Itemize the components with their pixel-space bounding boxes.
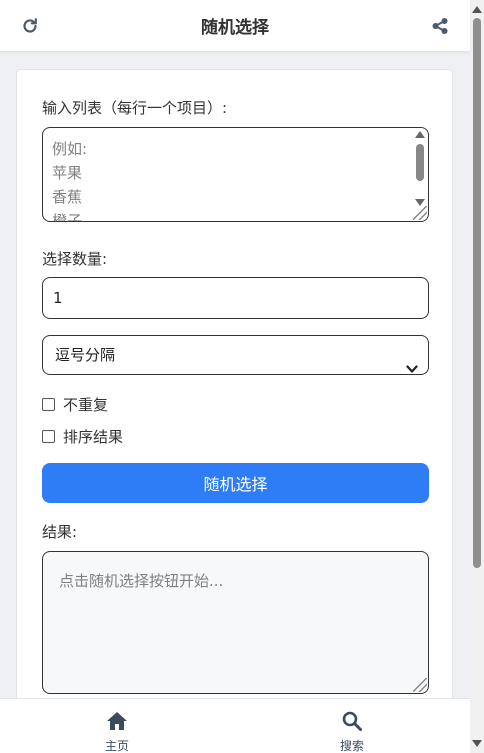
scroll-down-icon[interactable] [472,740,482,747]
scroll-thumb[interactable] [416,144,424,181]
separator-select[interactable]: 逗号分隔 [42,335,429,375]
bottom-nav: 主页 搜索 [0,698,470,753]
scroll-up-icon[interactable] [415,131,425,138]
app-viewport: 随机选择 输入列表（每行一个项目）: 例如: 苹果 香蕉 橙子 选择数量: 1 … [0,0,484,753]
list-placeholder-line: 香蕉 [52,188,83,206]
no-repeat-label: 不重复 [63,396,109,414]
random-select-button[interactable]: 随机选择 [42,463,429,503]
home-icon [106,711,128,735]
result-textarea[interactable]: 点击随机选择按钮开始... [42,551,429,694]
chevron-down-icon [406,350,418,388]
page-title: 随机选择 [201,18,269,38]
nav-item-search[interactable]: 搜索 [322,711,382,753]
nav-item-home[interactable]: 主页 [87,711,147,753]
list-placeholder-line: 苹果 [52,164,83,182]
scroll-thumb[interactable] [473,18,481,568]
nav-item-label: 主页 [104,739,129,753]
list-label: 输入列表（每行一个项目）: [42,99,228,117]
list-placeholder-line: 例如: [52,140,88,158]
scroll-down-icon[interactable] [415,199,425,206]
sort-label: 排序结果 [63,428,124,446]
page-scrollbar[interactable] [470,0,484,753]
refresh-icon[interactable] [18,14,42,38]
sort-checkbox[interactable] [42,430,55,443]
list-textarea[interactable]: 例如: 苹果 香蕉 橙子 [42,127,429,222]
result-label: 结果: [42,523,78,541]
sort-option[interactable]: 排序结果 [42,426,123,447]
app-header: 随机选择 [0,0,470,52]
share-icon[interactable] [428,14,452,38]
result-placeholder: 点击随机选择按钮开始... [59,572,224,590]
textarea-scrollbar[interactable] [414,131,426,206]
separator-selected-value: 逗号分隔 [55,346,116,364]
no-repeat-checkbox[interactable] [42,398,55,411]
count-label: 选择数量: [42,250,108,268]
form-card: 输入列表（每行一个项目）: 例如: 苹果 香蕉 橙子 选择数量: 1 逗号分隔 [16,69,453,729]
count-input[interactable]: 1 [42,277,429,319]
no-repeat-option[interactable]: 不重复 [42,394,108,415]
resize-grip-icon[interactable] [413,206,427,220]
nav-item-label: 搜索 [339,739,364,753]
search-icon [342,711,362,735]
resize-grip-icon[interactable] [413,678,427,692]
list-placeholder-line: 橙子 [52,212,83,222]
scroll-up-icon[interactable] [472,6,482,13]
